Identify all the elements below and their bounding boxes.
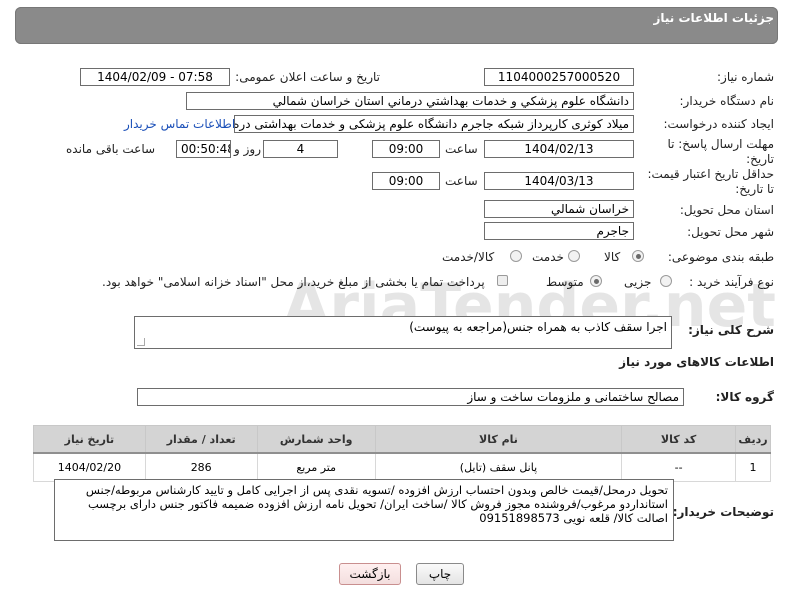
validity-date-field[interactable]: 1404/03/13	[484, 172, 634, 190]
announce-date-field[interactable]: 1404/02/09 - 07:58	[80, 68, 230, 86]
goods-group-field[interactable]: مصالح ساختمانی و ملزومات ساخت و ساز	[137, 388, 684, 406]
announce-date-label: تاریخ و ساعت اعلان عمومی:	[235, 70, 380, 84]
validity-time-field[interactable]: 09:00	[372, 172, 440, 190]
treasury-payment-note: پرداخت تمام یا بخشی از مبلغ خرید،از محل …	[102, 275, 485, 289]
cell-goods-name: پانل سقف (تایل)	[374, 452, 623, 482]
col-header-goods-name: نام کالا	[374, 425, 623, 454]
buyer-notes-textarea[interactable]: تحویل درمحل/قیمت خالص وبدون احتساب ارزش …	[54, 479, 674, 541]
category-radio-goods[interactable]	[632, 250, 644, 262]
creator-field[interactable]: میلاد کوثری کارپرداز شبکه جاجرم دانشگاه …	[234, 115, 634, 133]
treasury-payment-checkbox[interactable]	[497, 275, 508, 286]
items-section-title: اطلاعات کالاهای مورد نیاز	[619, 355, 774, 369]
buyer-org-label: نام دستگاه خریدار:	[679, 94, 775, 108]
deadline-hour-label: ساعت	[445, 142, 478, 156]
remaining-label: ساعت باقی مانده	[66, 142, 156, 156]
province-field[interactable]: خراسان شمالي	[484, 200, 634, 218]
goods-group-label: گروه کالا:	[715, 390, 774, 404]
cell-unit: متر مربع	[256, 452, 376, 482]
cell-quantity: 286	[144, 452, 258, 482]
category-option-goods-service: کالا/خدمت	[442, 250, 495, 264]
remaining-time-field[interactable]: 00:50:48	[176, 140, 231, 158]
table-row[interactable]: 1 -- پانل سقف (تایل) متر مربع 286 1404/0…	[33, 452, 771, 482]
validity-label-line2: تا تاریخ:	[735, 182, 774, 196]
city-field[interactable]: جاجرم	[484, 222, 634, 240]
items-table: ردیف کد کالا نام کالا واحد شمارش تعداد /…	[33, 425, 771, 482]
city-label: شهر محل تحویل:	[687, 225, 774, 239]
creator-label: ایجاد کننده درخواست:	[663, 117, 774, 131]
category-label: طبقه بندی موضوعی:	[667, 250, 774, 264]
process-radio-minor[interactable]	[660, 275, 672, 287]
validity-hour-label: ساعت	[445, 174, 478, 188]
category-radio-goods-service[interactable]	[510, 250, 522, 262]
cell-row-number: 1	[735, 452, 771, 482]
days-label: روز و	[234, 142, 261, 156]
col-header-goods-code: کد کالا	[621, 425, 737, 454]
description-text: اجرا سقف کاذب به همراه جنس(مراجعه به پیو…	[409, 320, 667, 334]
validity-label: حداقل تاریخ اعتبار قیمت:	[647, 167, 774, 181]
page-title: جزئیات اطلاعات نیاز	[653, 11, 774, 25]
description-label: شرح کلی نیاز:	[688, 323, 774, 337]
buyer-org-field[interactable]: دانشگاه علوم پزشكي و خدمات بهداشتي درمان…	[186, 92, 634, 110]
process-radio-medium[interactable]	[590, 275, 602, 287]
process-label: نوع فرآیند خرید :	[689, 275, 774, 289]
province-label: استان محل تحویل:	[679, 203, 774, 217]
col-header-row-number: ردیف	[735, 425, 771, 454]
cell-goods-code: --	[621, 452, 737, 482]
deadline-time-field[interactable]: 09:00	[372, 140, 440, 158]
back-button[interactable]: بازگشت	[339, 563, 401, 585]
col-header-quantity: تعداد / مقدار	[144, 425, 258, 454]
col-header-need-date: تاریخ نیاز	[33, 425, 146, 454]
buyer-notes-text: تحویل درمحل/قیمت خالص وبدون احتساب ارزش …	[85, 483, 668, 525]
category-radio-service[interactable]	[568, 250, 580, 262]
description-textarea[interactable]: اجرا سقف کاذب به همراه جنس(مراجعه به پیو…	[134, 316, 672, 349]
process-option-minor: جزیی	[624, 275, 652, 289]
need-number-field[interactable]: 1104000257000520	[484, 68, 634, 86]
resize-handle-icon[interactable]	[137, 338, 145, 346]
need-number-label: شماره نیاز:	[717, 70, 774, 84]
deadline-label: مهلت ارسال پاسخ: تا	[667, 137, 774, 151]
category-option-service: خدمت	[532, 250, 564, 264]
print-button[interactable]: چاپ	[416, 563, 464, 585]
category-option-goods: کالا	[604, 250, 621, 264]
buyer-notes-label: توضیحات خریدار:	[672, 505, 774, 519]
col-header-unit: واحد شمارش	[256, 425, 376, 454]
buyer-contact-link[interactable]: اطلاعات تماس خریدار	[124, 117, 235, 131]
cell-need-date: 1404/02/20	[33, 452, 146, 482]
deadline-label-line2: تاریخ:	[746, 152, 774, 166]
days-field[interactable]: 4	[263, 140, 338, 158]
process-option-medium: متوسط	[546, 275, 584, 289]
deadline-date-field[interactable]: 1404/02/13	[484, 140, 634, 158]
table-header-row: ردیف کد کالا نام کالا واحد شمارش تعداد /…	[33, 425, 771, 454]
